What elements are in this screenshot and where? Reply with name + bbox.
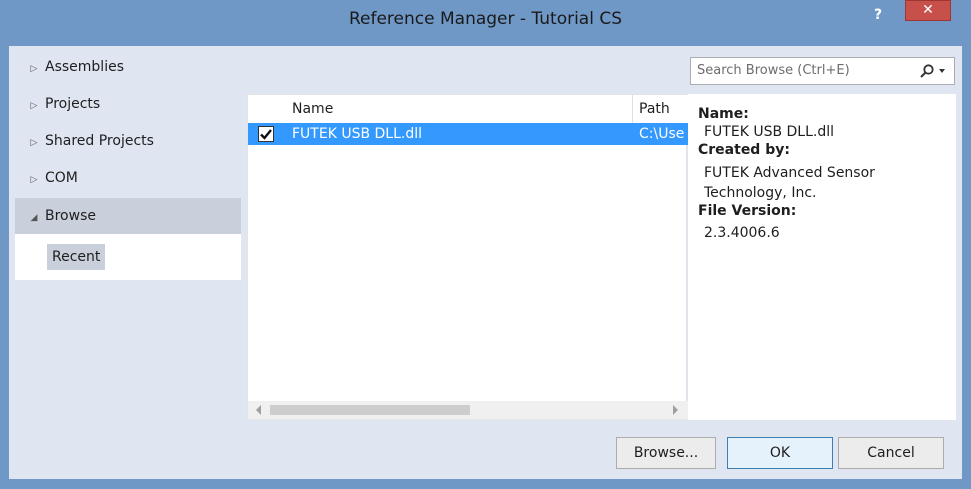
detail-version-label: File Version: [698, 203, 797, 219]
details-panel: Name: FUTEK USB DLL.dll Created by: FUTE… [688, 94, 956, 420]
sidebar-item-com[interactable]: ▷ COM [15, 160, 241, 196]
sidebar-item-label: Browse [45, 208, 96, 224]
expand-triangle-icon: ▷ [30, 64, 38, 74]
sidebar-item-label: Projects [45, 96, 101, 112]
scrollbar-thumb[interactable] [270, 405, 470, 415]
sidebar-item-shared-projects[interactable]: ▷ Shared Projects [15, 123, 241, 159]
sidebar-item-recent[interactable]: Recent [47, 244, 106, 270]
sidebar-item-label: COM [45, 170, 78, 186]
detail-name-value: FUTEK USB DLL.dll [704, 124, 835, 140]
row-name-cell: FUTEK USB DLL.dll [292, 126, 423, 142]
help-button[interactable]: ? [864, 4, 892, 26]
sidebar-item-label: Shared Projects [45, 133, 154, 149]
sidebar-item-assemblies[interactable]: ▷ Assemblies [15, 49, 241, 85]
reference-file-list[interactable]: Name Path FUTEK USB DLL.dll C:\Use [247, 94, 688, 420]
expand-triangle-icon: ▷ [30, 175, 38, 185]
column-header-name[interactable]: Name [292, 95, 333, 123]
sidebar-item-browse[interactable]: ◢ Browse [15, 198, 241, 234]
horizontal-scrollbar[interactable] [248, 401, 688, 419]
checkmark-icon [260, 129, 272, 140]
browse-subitems: Recent [15, 234, 241, 280]
expand-triangle-icon: ▷ [30, 101, 38, 111]
category-sidebar: ▷ Assemblies ▷ Projects ▷ Shared Projects ▷… [9, 46, 241, 429]
detail-created-value: FUTEK Advanced Sensor [704, 165, 875, 181]
scroll-left-arrow-icon[interactable] [256, 405, 261, 415]
window-title: Reference Manager - Tutorial CS [348, 9, 623, 29]
reference-manager-window: Reference Manager - Tutorial CS ? ✕ ▷ Ass… [0, 0, 971, 489]
search-icon[interactable] [919, 63, 935, 79]
expand-triangle-icon: ▷ [30, 138, 38, 148]
detail-name-label: Name: [698, 106, 749, 122]
browse-button[interactable]: Browse... [616, 437, 716, 469]
reference-checkbox[interactable] [258, 126, 274, 142]
search-options-dropdown-icon[interactable] [939, 69, 945, 73]
dialog-client-area: ▷ Assemblies ▷ Projects ▷ Shared Projects ▷… [9, 46, 962, 479]
detail-created-value-continued: Technology, Inc. [704, 185, 817, 201]
detail-version-value: 2.3.4006.6 [704, 225, 780, 241]
cancel-button[interactable]: Cancel [838, 437, 944, 469]
sidebar-item-label: Assemblies [45, 59, 124, 75]
sidebar-item-projects[interactable]: ▷ Projects [15, 86, 241, 122]
collapse-triangle-icon: ◢ [30, 213, 38, 223]
scroll-right-arrow-icon[interactable] [673, 405, 678, 415]
table-row[interactable]: FUTEK USB DLL.dll C:\Use [248, 123, 688, 145]
close-button[interactable]: ✕ [905, 0, 951, 21]
list-header: Name Path [248, 95, 688, 123]
title-bar[interactable]: Reference Manager - Tutorial CS ? ✕ [0, 0, 971, 46]
row-path-cell: C:\Use [639, 126, 685, 142]
column-separator[interactable] [632, 95, 633, 123]
ok-button[interactable]: OK [727, 437, 833, 469]
detail-created-label: Created by: [698, 142, 790, 158]
search-box[interactable]: Search Browse (Ctrl+E) [690, 57, 955, 85]
column-header-path[interactable]: Path [639, 95, 670, 123]
search-input[interactable]: Search Browse (Ctrl+E) [697, 58, 850, 84]
